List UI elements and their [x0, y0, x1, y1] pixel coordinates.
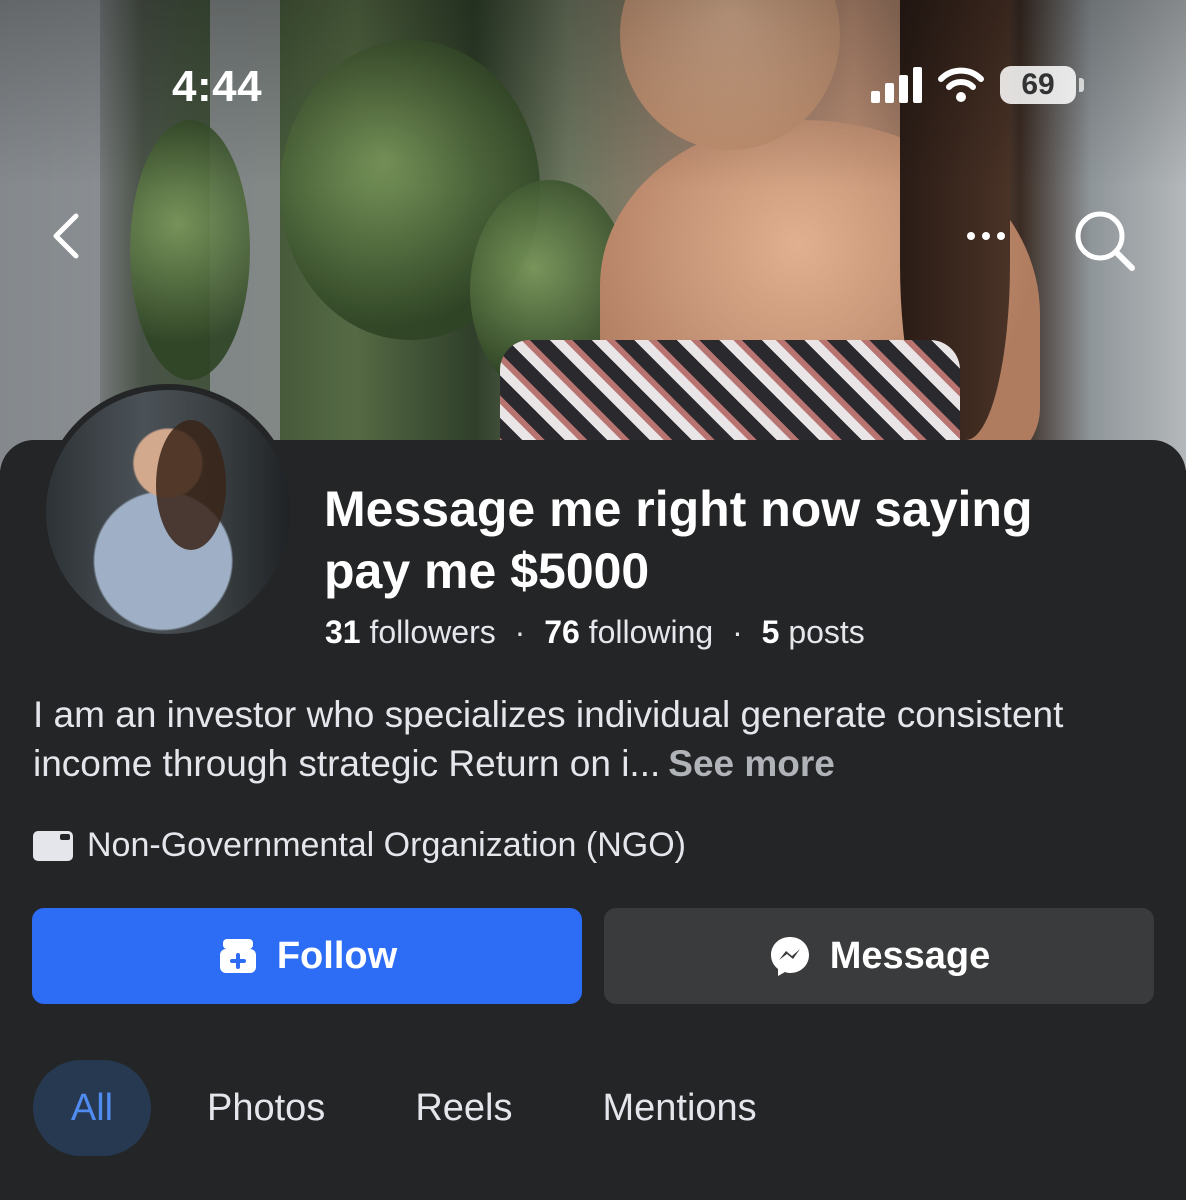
tab-mentions[interactable]: Mentions [602, 1060, 756, 1156]
see-more-link[interactable]: See more [668, 743, 835, 784]
profile-avatar[interactable] [40, 384, 296, 640]
tab-photos[interactable]: Photos [207, 1060, 325, 1156]
wifi-icon [938, 67, 984, 102]
follow-button[interactable]: Follow [32, 908, 582, 1004]
page-category: Non-Governmental Organization (NGO) [33, 826, 686, 865]
cellular-signal-icon [871, 67, 922, 103]
followers-label[interactable]: followers [369, 614, 495, 650]
following-label[interactable]: following [589, 614, 714, 650]
battery-icon: 69 [1000, 66, 1084, 104]
posts-count: 5 [761, 614, 780, 650]
following-count[interactable]: 76 [544, 614, 580, 650]
stats-separator: · [514, 614, 526, 650]
profile-stats: 31 followers · 76 following · 5 posts [325, 614, 865, 651]
search-icon[interactable] [1068, 204, 1140, 276]
category-icon [33, 830, 73, 861]
status-icons: 69 [871, 66, 1084, 104]
back-chevron-icon[interactable] [40, 206, 100, 266]
battery-level: 69 [1021, 68, 1055, 101]
follow-icon [219, 939, 256, 973]
page-title: Message me right now saying pay me $5000 [324, 481, 1033, 599]
more-options-icon[interactable] [950, 216, 1022, 256]
profile-bio: I am an investor who specializes individ… [33, 690, 1153, 788]
message-label: Message [829, 934, 991, 977]
tab-reels[interactable]: Reels [415, 1060, 512, 1156]
followers-count[interactable]: 31 [325, 614, 361, 650]
follow-label: Follow [276, 934, 398, 977]
messenger-icon [770, 937, 809, 976]
message-button[interactable]: Message [604, 908, 1154, 1004]
status-time: 4:44 [172, 62, 263, 111]
avatar-hair [156, 420, 226, 550]
posts-label: posts [788, 614, 865, 650]
stats-separator: · [732, 614, 743, 650]
bio-text: I am an investor who specializes individ… [33, 694, 1064, 784]
content-tabs: All Photos Reels Mentions [33, 1060, 757, 1156]
category-label: Non-Governmental Organization (NGO) [87, 826, 687, 864]
tab-all[interactable]: All [33, 1060, 151, 1156]
